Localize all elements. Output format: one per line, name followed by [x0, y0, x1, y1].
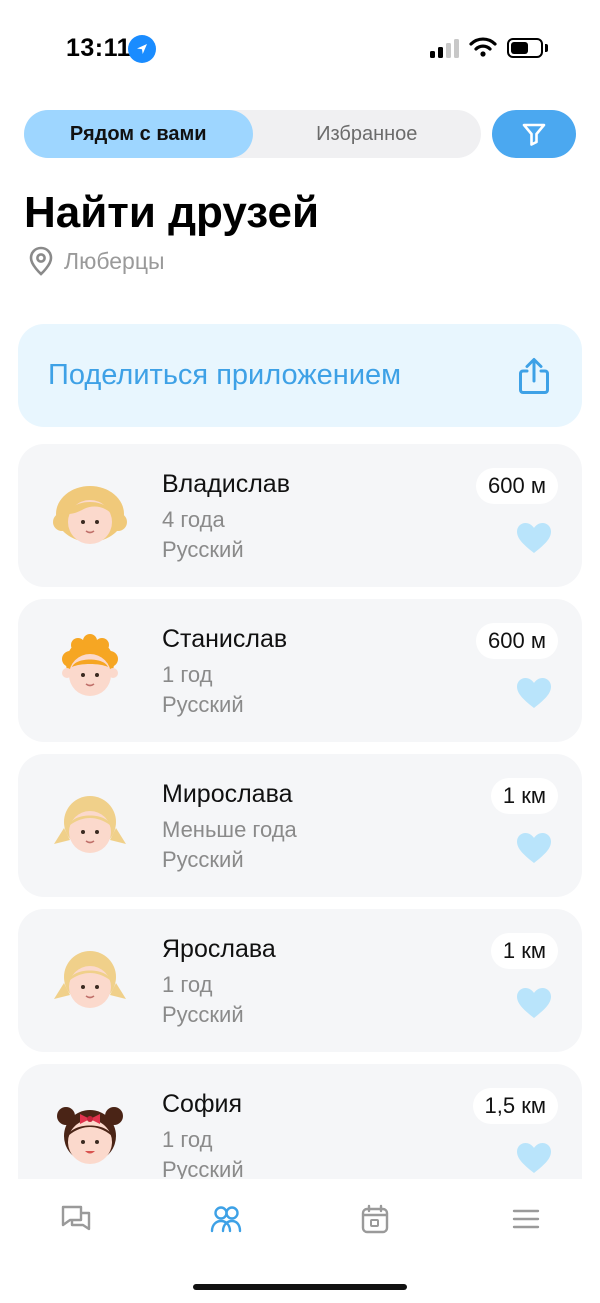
heart-icon[interactable]: [516, 522, 552, 554]
friend-name: Станислав: [162, 625, 288, 653]
share-app-label: Поделиться приложением: [48, 359, 402, 391]
heart-icon[interactable]: [516, 677, 552, 709]
friend-age: Меньше года: [162, 817, 297, 842]
filter-icon: [522, 123, 546, 146]
distance-badge: 1 км: [490, 933, 558, 969]
share-app-card[interactable]: Поделиться приложением: [18, 324, 582, 427]
calendar-icon[interactable]: [357, 1201, 393, 1237]
distance-badge: 600 м: [476, 468, 558, 504]
status-time: 13:11: [66, 34, 132, 62]
wifi-icon: [469, 36, 497, 63]
friend-language: Русский: [162, 1157, 244, 1179]
distance-badge: 600 м: [476, 623, 558, 659]
friend-card[interactable]: Ярослава 1 год Русский 1 км: [18, 909, 582, 1052]
map-pin-icon: [29, 246, 53, 276]
heart-icon[interactable]: [516, 1142, 552, 1174]
location-arrow-icon: [128, 35, 156, 63]
friend-age: 1 год: [162, 1127, 213, 1152]
friend-age: 4 года: [162, 507, 225, 532]
cellular-signal-icon: [430, 38, 459, 58]
heart-icon[interactable]: [516, 987, 552, 1019]
friend-language: Русский: [162, 847, 244, 872]
battery-cap: [545, 44, 548, 52]
page-title: Найти друзей: [24, 188, 320, 237]
home-indicator: [193, 1284, 407, 1290]
segmented-control: Рядом с вами Избранное: [24, 110, 481, 158]
distance-badge: 1,5 км: [472, 1088, 558, 1124]
battery-icon: [507, 38, 543, 58]
blonde-curly-child-avatar: [53, 486, 127, 544]
friend-language: Русский: [162, 537, 244, 562]
share-icon: [519, 357, 549, 394]
filter-button[interactable]: [492, 110, 576, 158]
menu-icon[interactable]: [508, 1201, 544, 1237]
friend-language: Русский: [162, 1002, 244, 1027]
friend-age: 1 год: [162, 662, 213, 687]
friends-icon[interactable]: [208, 1201, 244, 1237]
friend-name: Мирослава: [162, 780, 293, 808]
dark-hair-bow-child-avatar: [57, 1107, 123, 1164]
friend-name: Владислав: [162, 470, 290, 498]
friends-list: Владислав 4 года Русский 600 м Станислав…: [18, 444, 582, 1179]
tab-favorites[interactable]: Избранное: [253, 110, 482, 158]
chat-icon[interactable]: [58, 1201, 94, 1237]
blonde-pigtails-child-avatar: [54, 951, 126, 1008]
distance-badge: 1 км: [490, 778, 558, 814]
friend-card[interactable]: Станислав 1 год Русский 600 м: [18, 599, 582, 742]
friend-name: София: [162, 1090, 243, 1118]
status-bar: 13:11: [0, 0, 600, 90]
location-row[interactable]: Люберцы: [28, 246, 165, 276]
blonde-pigtails-child-avatar: [54, 796, 126, 853]
friend-name: Ярослава: [162, 935, 276, 963]
friend-language: Русский: [162, 692, 244, 717]
friend-card[interactable]: Мирослава Меньше года Русский 1 км: [18, 754, 582, 897]
city-label: Люберцы: [64, 247, 165, 274]
friend-age: 1 год: [162, 972, 213, 997]
friend-card[interactable]: Владислав 4 года Русский 600 м: [18, 444, 582, 587]
heart-icon[interactable]: [516, 832, 552, 864]
ginger-curly-child-avatar: [62, 634, 118, 696]
friend-card[interactable]: София 1 год Русский 1,5 км: [18, 1064, 582, 1179]
tab-nearby[interactable]: Рядом с вами: [24, 110, 253, 158]
